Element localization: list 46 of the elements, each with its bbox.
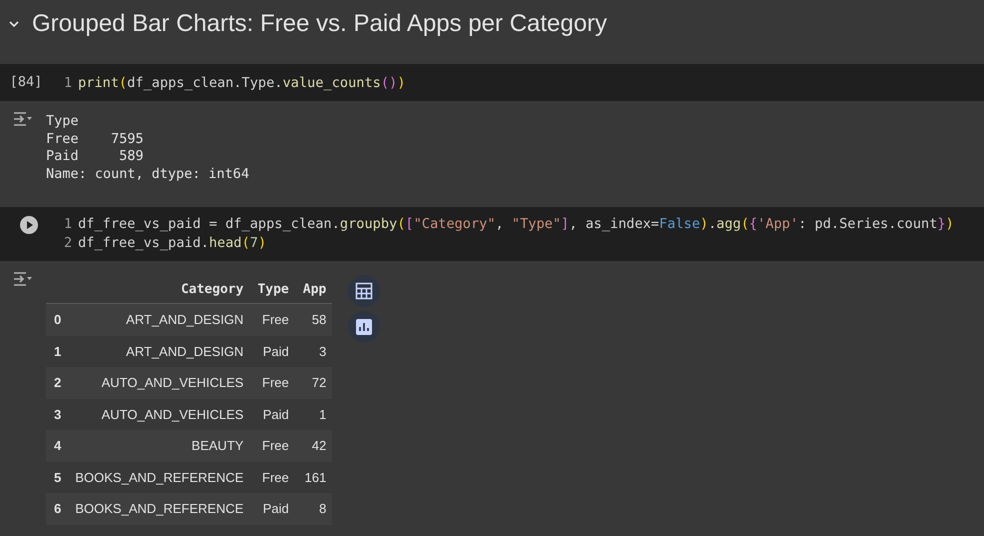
execution-count: [84] (10, 74, 42, 90)
table-cell: BOOKS_AND_REFERENCE (67, 462, 250, 493)
row-index: 4 (46, 430, 68, 462)
code-cell[interactable]: [84] 1 print(df_apps_clean.Type.value_counts()) (0, 64, 984, 101)
table-cell: ART_AND_DESIGN (67, 304, 250, 336)
table-cell: ART_AND_DESIGN (67, 336, 250, 367)
table-cell: Paid (250, 493, 295, 524)
row-index: 6 (46, 493, 68, 524)
line-number: 1 (62, 74, 72, 93)
table-cell: 42 (294, 430, 332, 462)
run-icon[interactable] (19, 215, 39, 235)
table-cell: AUTO_AND_VEHICLES (67, 367, 250, 398)
chart-button[interactable] (348, 311, 380, 343)
table-cell: Free (250, 462, 295, 493)
row-index: 1 (46, 336, 68, 367)
row-index: 5 (46, 462, 68, 493)
table-cell: 72 (294, 367, 332, 398)
line-number: 2 (62, 234, 72, 253)
code-cell[interactable]: 1 df_free_vs_paid = df_apps_clean.groupby(["Category", "Type"], as_index=False).agg({'App': pd.Series.count}) 2 df_free_vs_paid.head(7) (0, 207, 984, 261)
section-heading: Grouped Bar Charts: Free vs. Paid Apps per Category (32, 10, 607, 38)
line-number: 1 (62, 215, 72, 234)
code-line: df_free_vs_paid = df_apps_clean.groupby(["Category", "Type"], as_index=False).agg({'App': pd.Series.count}) (78, 215, 954, 234)
table-cell: Free (250, 367, 295, 398)
table-cell: Free (250, 304, 295, 336)
output-toggle-icon[interactable] (12, 111, 34, 127)
row-index: 0 (46, 304, 68, 336)
table-cell: BOOKS_AND_REFERENCE (67, 493, 250, 524)
table-view-button[interactable] (348, 275, 380, 307)
output-toggle-icon[interactable] (12, 271, 34, 287)
table-cell: Paid (250, 398, 295, 430)
table-cell: Free (250, 430, 295, 462)
table-cell: 3 (294, 336, 332, 367)
table-cell: BEAUTY (67, 430, 250, 462)
row-index: 2 (46, 367, 68, 398)
table-cell: AUTO_AND_VEHICLES (67, 398, 250, 430)
bar-chart-icon (355, 318, 374, 336)
table-cell: 8 (294, 493, 332, 524)
table-cell: 161 (294, 462, 332, 493)
code-line: df_free_vs_paid.head(7) (78, 234, 266, 253)
row-index: 3 (46, 398, 68, 430)
table-icon (355, 282, 374, 300)
table-cell: 58 (294, 304, 332, 336)
table-cell: 1 (294, 398, 332, 430)
code-line: print(df_apps_clean.Type.value_counts()) (78, 74, 406, 93)
table-cell: Paid (250, 336, 295, 367)
cell-output: Type Free 7595 Paid 589 Name: count, dtype: int64 (46, 112, 250, 183)
